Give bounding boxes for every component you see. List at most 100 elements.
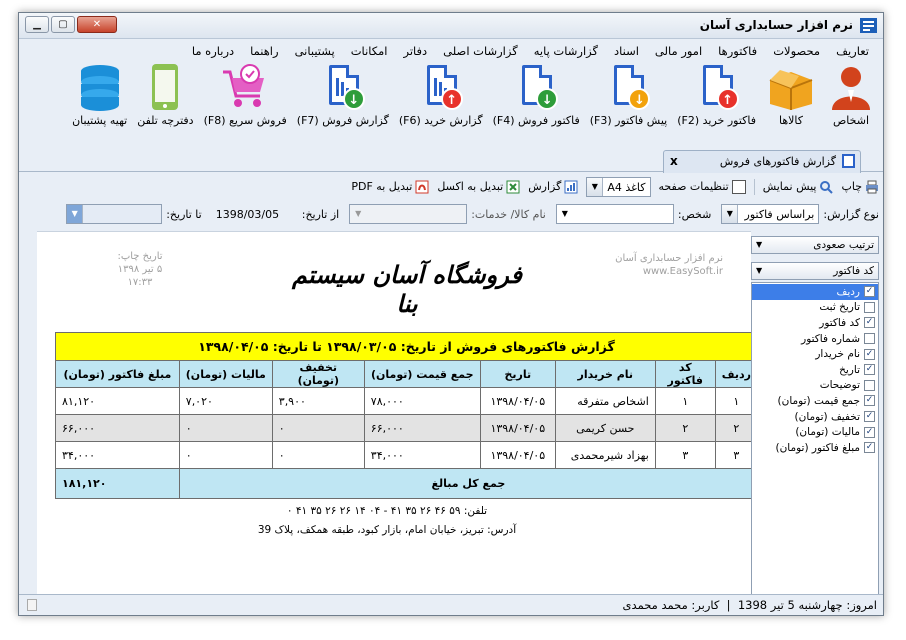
menu-main-reports[interactable]: گزارشات اصلی xyxy=(435,40,526,62)
report-heading: گزارش فاکتورهای فروش از تاریخ: ۱۳۹۸/۰۳/۰… xyxy=(55,332,758,361)
checkbox[interactable]: ✓ xyxy=(864,348,875,360)
preview-button[interactable]: پیش نمایش xyxy=(763,180,834,194)
to-date-input[interactable]: ▼ xyxy=(66,204,163,224)
address-line: آدرس: تبریز، خیابان امام، بازار کبود، طب… xyxy=(257,524,517,536)
main-toolbar: اشخاص کالاها ↑ فاکتور خرید (F2) ↓ پیش فا… xyxy=(19,62,883,144)
checkbox[interactable]: ✓ xyxy=(864,317,875,329)
report-type-label: نوع گزارش: xyxy=(823,207,879,221)
calendar-dropdown-icon: ▼ xyxy=(67,205,84,223)
report-icon xyxy=(842,154,855,168)
list-item[interactable]: توضیحات xyxy=(752,378,878,394)
menu-facilities[interactable]: امکانات xyxy=(343,40,396,62)
goods-button[interactable]: کالاها xyxy=(763,62,819,144)
checkbox[interactable]: ✓ xyxy=(864,426,875,438)
column-list: ✓ ردیف تاریخ ثبت ✓ کد فاکتور شماره فاکتور … xyxy=(751,282,879,595)
col-total-price: جمع قیمت (تومان) xyxy=(363,360,481,388)
tab-sales-invoices-report[interactable]: گزارش فاکتورهای فروش x xyxy=(663,150,861,173)
table-row: ۲ ۲ حسن کریمی ۱۳۹۸/۰۴/۰۵ ۶۶,۰۰۰ ۰ ۰ ۶۶,۰… xyxy=(55,414,759,442)
list-item[interactable]: ✓ جمع قیمت (تومان) xyxy=(752,393,878,409)
list-item[interactable]: ✓ تخفیف (تومان) xyxy=(752,409,878,425)
sell-report-button[interactable]: ↓ گزارش فروش (F7) xyxy=(294,62,392,144)
list-item[interactable]: تاریخ ثبت xyxy=(752,300,878,316)
app-window: نرم افزار حسابداری آسان ▁ ▢ ✕ تعاریف محص… xyxy=(18,12,884,616)
col-date: تاریخ xyxy=(479,360,556,388)
checkbox[interactable] xyxy=(864,301,875,313)
checkbox[interactable]: ✓ xyxy=(864,395,875,407)
menu-support[interactable]: پشتیبانی xyxy=(287,40,343,62)
checkbox[interactable] xyxy=(864,379,875,391)
checkbox[interactable]: ✓ xyxy=(864,442,875,454)
buy-report-button[interactable]: ↑ گزارش خرید (F6) xyxy=(396,62,486,144)
excel-icon xyxy=(506,180,520,194)
report-type-select[interactable]: براساس فاکتور ▼ xyxy=(721,204,820,224)
quick-sale-button[interactable]: فروش سریع (F8) xyxy=(201,62,290,144)
from-date-input[interactable]: 1398/03/05 xyxy=(212,208,298,221)
menu-about[interactable]: درباره ما xyxy=(184,40,242,62)
goods-select[interactable]: ▼ xyxy=(349,204,468,224)
box-icon xyxy=(769,70,813,110)
today-date: امروز: چهارشنبه 5 تیر 1398 xyxy=(737,598,877,612)
phonebook-button[interactable]: دفترچه تلفن xyxy=(134,62,196,144)
magnifier-icon xyxy=(820,181,834,194)
from-date-label: از تاریخ: xyxy=(301,207,340,221)
shop-name: فروشگاه آسان سیستم بنا xyxy=(292,260,522,318)
person-select[interactable]: ▼ xyxy=(555,204,674,224)
report-button[interactable]: گزارش xyxy=(528,180,578,194)
menu-finance[interactable]: امور مالی xyxy=(647,40,710,62)
paper-size-select[interactable]: کاغذ A4 ▼ xyxy=(586,177,651,197)
tab-close-icon[interactable]: x xyxy=(670,154,678,168)
document-tab-strip: گزارش فاکتورهای فروش x xyxy=(19,144,883,173)
menu-ledgers[interactable]: دفاتر xyxy=(395,40,435,62)
buy-invoice-button[interactable]: ↑ فاکتور خرید (F2) xyxy=(674,62,759,144)
window-title: نرم افزار حسابداری آسان xyxy=(699,18,853,32)
page-settings-button[interactable]: تنظیمات صفحه xyxy=(659,180,746,194)
report-toolbar: چاپ پیش نمایش تنظیمات صفحه کاغذ A4 ▼ گزار… xyxy=(351,176,879,198)
checkbox[interactable]: ✓ xyxy=(864,364,875,376)
minimize-button[interactable]: ▁ xyxy=(25,16,49,33)
chevron-down-icon: ▼ xyxy=(350,205,367,223)
sort-field-select[interactable]: کد فاکتور ▼ xyxy=(751,262,879,280)
buy-invoice-icon: ↑ xyxy=(692,62,742,112)
list-item[interactable]: ✓ کد فاکتور xyxy=(752,315,878,331)
collapse-strip[interactable] xyxy=(19,231,37,605)
sort-order-select[interactable]: ترتیب صعودی ▼ xyxy=(751,236,879,254)
checkbox[interactable]: ✓ xyxy=(864,286,875,298)
goods-label: نام کالا/ خدمات: xyxy=(471,207,546,221)
list-item[interactable]: شماره فاکتور xyxy=(752,331,878,347)
pdf-export-button[interactable]: تبدیل به PDF xyxy=(351,180,429,194)
list-item[interactable]: ✓ نام خریدار xyxy=(752,346,878,362)
checkbox[interactable]: ✓ xyxy=(864,411,875,423)
list-item[interactable]: ✓ تاریخ xyxy=(752,362,878,378)
report-table: گزارش فاکتورهای فروش از تاریخ: ۱۳۹۸/۰۳/۰… xyxy=(55,332,759,499)
close-button[interactable]: ✕ xyxy=(77,16,117,33)
person-icon xyxy=(832,67,870,110)
menu-basic-reports[interactable]: گزارشات پایه xyxy=(526,40,606,62)
col-tax: مالیات (تومان) xyxy=(178,360,273,388)
maximize-button[interactable]: ▢ xyxy=(51,16,75,33)
checkbox[interactable] xyxy=(864,333,875,345)
excel-export-button[interactable]: تبدیل به اکسل xyxy=(437,180,520,194)
backup-button[interactable]: تهیه پشتیبان xyxy=(69,62,130,144)
status-bar: امروز: چهارشنبه 5 تیر 1398 | کاربر: محمد… xyxy=(19,594,883,615)
current-user: کاربر: محمد محمدی xyxy=(622,598,720,612)
total-label: جمع کل مبالغ xyxy=(178,468,759,499)
list-item[interactable]: ✓ ردیف xyxy=(752,284,878,300)
menu-definitions[interactable]: تعاریف xyxy=(828,40,877,62)
col-discount: تخفیف (تومان) xyxy=(271,360,365,388)
menu-products[interactable]: محصولات xyxy=(765,40,828,62)
print-button[interactable]: چاپ xyxy=(841,180,879,194)
total-value: ۱۸۱,۱۲۰ xyxy=(55,468,180,499)
menu-documents[interactable]: اسناد xyxy=(606,40,647,62)
list-item[interactable]: ✓ مبلغ فاکتور (تومان) xyxy=(752,440,878,456)
persons-button[interactable]: اشخاص xyxy=(823,62,879,144)
proforma-button[interactable]: ↓ پیش فاکتور (F3) xyxy=(587,62,670,144)
col-buyer: نام خریدار xyxy=(554,360,656,388)
title-bar: نرم افزار حسابداری آسان ▁ ▢ ✕ xyxy=(19,13,883,39)
report-preview: تاریخ چاپ: ۵ تیر ۱۳۹۸ ۱۷:۳۳ فروشگاه آسان… xyxy=(37,231,759,605)
menu-help[interactable]: راهنما xyxy=(242,40,286,62)
table-row: ۱ ۱ اشخاص متفرقه ۱۳۹۸/۰۴/۰۵ ۷۸,۰۰۰ ۳,۹۰۰… xyxy=(55,387,759,415)
sell-invoice-button[interactable]: ↓ فاکتور فروش (F4) xyxy=(490,62,583,144)
menu-invoices[interactable]: فاکتورها xyxy=(710,40,765,62)
pdf-icon xyxy=(415,180,429,194)
list-item[interactable]: ✓ مالیات (تومان) xyxy=(752,424,878,440)
